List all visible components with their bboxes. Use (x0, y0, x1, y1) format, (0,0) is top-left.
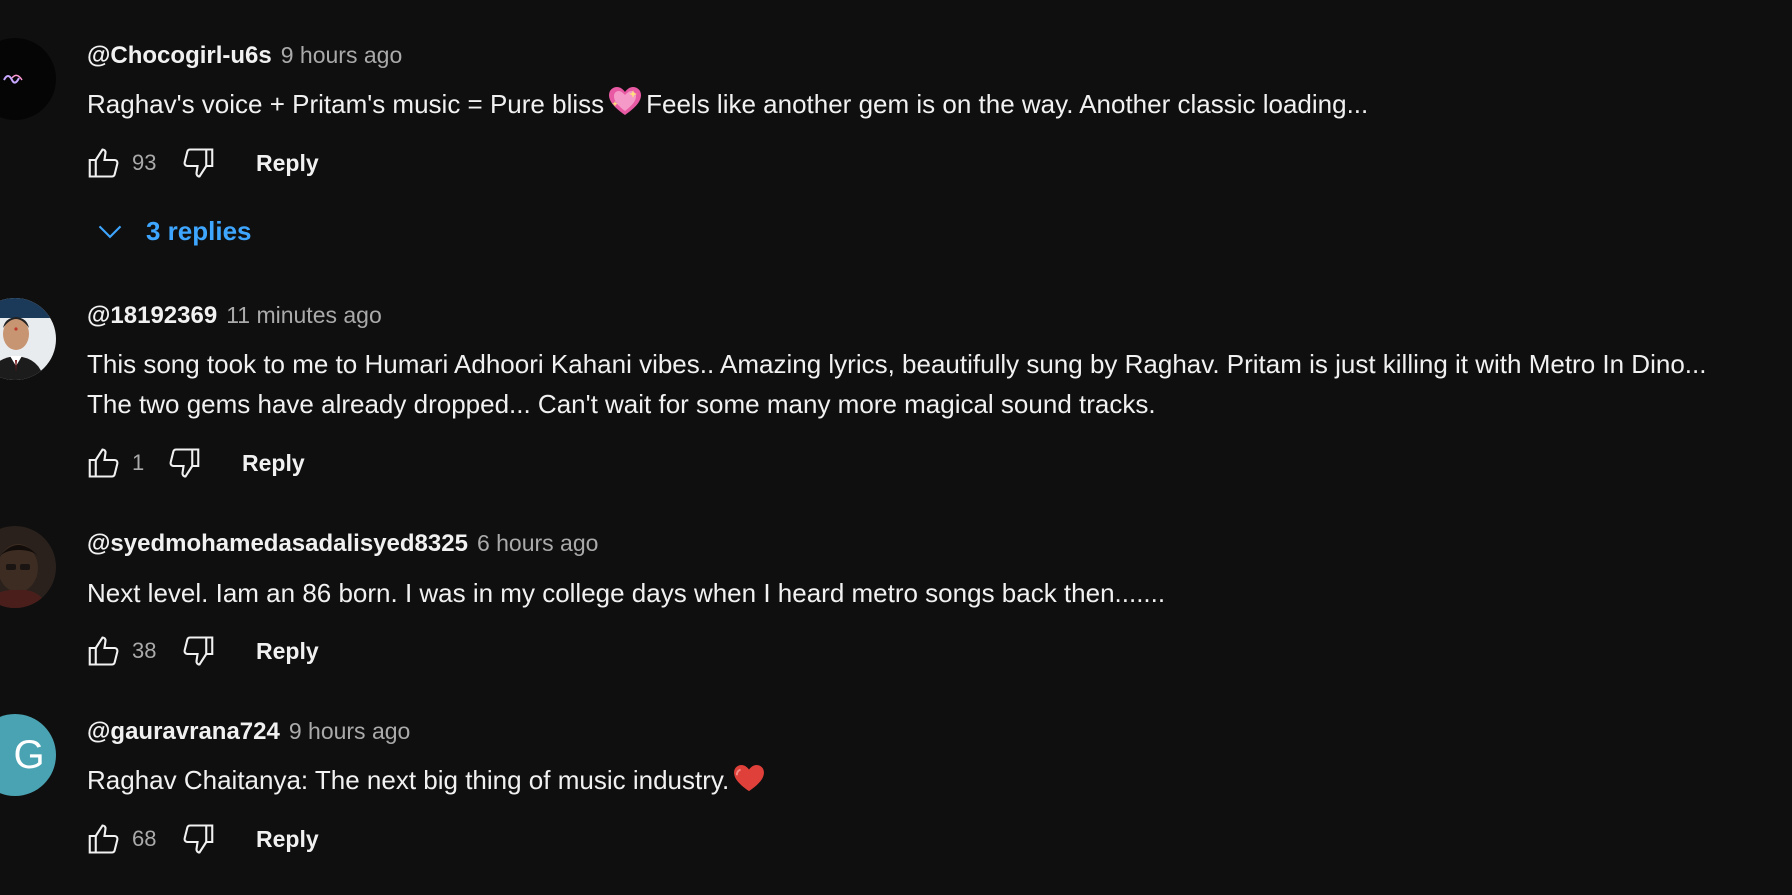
like-count: 1 (132, 450, 145, 475)
dislike-button[interactable] (178, 819, 218, 859)
comment-actions: 93 Reply (84, 143, 319, 183)
thumbs-down-icon (183, 824, 214, 854)
like-button[interactable] (84, 443, 124, 483)
like-button[interactable] (84, 143, 124, 183)
comment-text: This song took to me to Humari Adhoori K… (87, 349, 1707, 419)
comment-timestamp[interactable]: 6 hours ago (477, 530, 598, 557)
comment-author[interactable]: @gauravrana724 (87, 718, 280, 746)
avatar[interactable] (0, 526, 56, 608)
chevron-down-icon (92, 213, 128, 249)
avatar[interactable]: G (0, 714, 56, 796)
thumbs-up-icon (88, 448, 119, 478)
avatar[interactable] (0, 298, 56, 380)
dislike-button[interactable] (178, 631, 218, 671)
thumbs-up-icon (88, 636, 119, 666)
thumbs-down-icon (183, 636, 214, 666)
like-button[interactable] (84, 631, 124, 671)
comment-actions: 1 Reply (84, 443, 305, 483)
comment-author[interactable]: @Chocogirl-u6s (87, 42, 272, 70)
replies-count-label: 3 replies (146, 215, 252, 246)
comment-actions: 38 Reply (84, 631, 319, 671)
dislike-button[interactable] (164, 443, 204, 483)
view-replies-button[interactable]: 3 replies (92, 211, 252, 251)
comment-text: Next level. Iam an 86 born. I was in my … (87, 578, 1166, 608)
reply-button[interactable]: Reply (256, 150, 319, 177)
comment-timestamp[interactable]: 11 minutes ago (226, 302, 382, 329)
comment-author[interactable]: @syedmohamedasadalisyed8325 (87, 530, 468, 558)
comment-actions: 68 Reply (84, 819, 319, 859)
avatar[interactable] (0, 38, 56, 120)
thumbs-up-icon (88, 824, 119, 854)
comment-text-part: Raghav Chaitanya: The next big thing of … (87, 765, 730, 795)
sparkling-heart-icon (608, 87, 642, 128)
comment-author[interactable]: @18192369 (87, 302, 217, 330)
comment-timestamp[interactable]: 9 hours ago (289, 718, 410, 745)
thumbs-up-icon (88, 148, 119, 178)
comment-text: Raghav Chaitanya: The next big thing of … (87, 760, 1747, 804)
red-heart-icon (733, 764, 765, 804)
comment-text-part: Feels like another gem is on the way. An… (646, 89, 1369, 119)
comment-text-part: Raghav's voice + Pritam's music = Pure b… (87, 89, 605, 119)
reply-button[interactable]: Reply (242, 450, 305, 477)
reply-button[interactable]: Reply (256, 826, 319, 853)
like-count: 68 (132, 826, 157, 851)
reply-button[interactable]: Reply (256, 638, 319, 665)
like-count: 93 (132, 150, 157, 175)
like-count: 38 (132, 638, 157, 663)
avatar-letter: G (13, 732, 45, 777)
thumbs-down-icon (169, 448, 200, 478)
comment-text: Raghav's voice + Pritam's music = Pure b… (87, 84, 1747, 128)
comment-timestamp[interactable]: 9 hours ago (281, 42, 402, 69)
thumbs-down-icon (183, 148, 214, 178)
comments-section: @Chocogirl-u6s 9 hours ago Raghav's voic… (0, 0, 1792, 895)
like-button[interactable] (84, 819, 124, 859)
dislike-button[interactable] (178, 143, 218, 183)
